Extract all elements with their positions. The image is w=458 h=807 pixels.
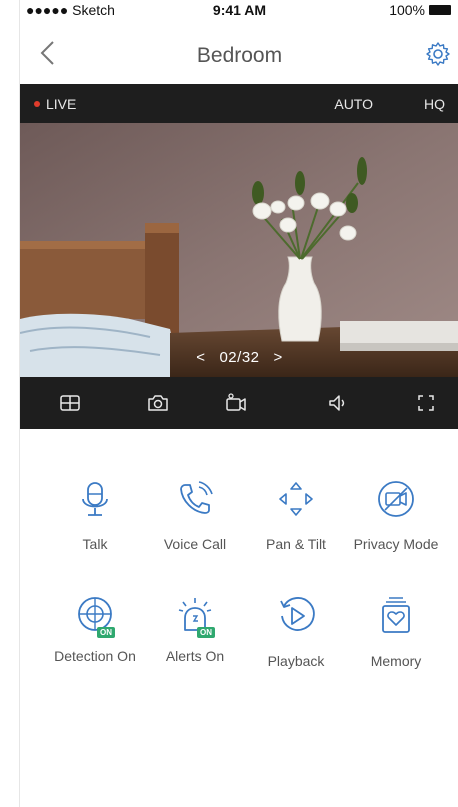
camera-feed[interactable]: < 02/32 >: [20, 123, 458, 377]
playback-button[interactable]: Playback: [241, 594, 351, 669]
live-dot-icon: [34, 101, 40, 107]
battery-indicator: 100%: [389, 2, 451, 18]
voice-call-button[interactable]: Voice Call: [140, 477, 250, 552]
detection-label: Detection On: [54, 648, 136, 664]
detection-button[interactable]: ON Detection On: [40, 594, 150, 664]
alerts-on-badge: ON: [197, 627, 215, 638]
app-screen: ●●●●● Sketch 9:41 AM 100% Bedroom LIVE A…: [19, 0, 458, 807]
voice-call-label: Voice Call: [163, 536, 227, 552]
live-label: LIVE: [46, 96, 77, 112]
privacy-mode-label: Privacy Mode: [353, 536, 439, 552]
microphone-icon: [82, 482, 108, 516]
battery-percent: 100%: [389, 2, 425, 18]
battery-icon: [429, 5, 451, 15]
feed-counter: 02/32: [219, 349, 260, 366]
gear-icon[interactable]: [425, 41, 451, 67]
video-record-icon[interactable]: [224, 391, 248, 415]
hq-button[interactable]: HQ: [424, 96, 445, 112]
fullscreen-icon[interactable]: [414, 391, 438, 415]
camera-icon[interactable]: [146, 391, 170, 415]
live-status-bar: LIVE AUTO HQ: [20, 84, 458, 123]
next-feed-button[interactable]: >: [274, 349, 283, 366]
video-toolbar: [20, 377, 458, 429]
privacy-icon: [378, 481, 414, 517]
grid-icon[interactable]: [58, 391, 82, 415]
pan-tilt-label: Pan & Tilt: [266, 536, 326, 552]
feed-pager: < 02/32 >: [20, 349, 458, 366]
detection-on-badge: ON: [97, 627, 115, 638]
alert-icon-wrap: ON: [173, 594, 217, 638]
live-indicator: LIVE: [34, 96, 76, 112]
talk-button[interactable]: Talk: [40, 477, 150, 552]
playback-label: Playback: [267, 653, 325, 669]
memory-label: Memory: [370, 653, 422, 669]
action-grid: Talk Voice Call Pan & Tilt Privacy Mode: [20, 429, 458, 807]
alerts-label: Alerts On: [165, 648, 225, 664]
memory-button[interactable]: Memory: [341, 594, 451, 669]
auto-quality-button[interactable]: AUTO: [334, 96, 373, 112]
status-bar: ●●●●● Sketch 9:41 AM 100%: [20, 0, 458, 22]
pan-tilt-icon: [279, 482, 313, 516]
nav-bar: Bedroom: [20, 22, 458, 84]
privacy-mode-button[interactable]: Privacy Mode: [341, 477, 451, 552]
memory-icon: [382, 597, 410, 633]
alerts-button[interactable]: ON Alerts On: [140, 594, 250, 664]
camera-feed-image: [20, 123, 458, 377]
playback-icon: [280, 597, 315, 631]
prev-feed-button[interactable]: <: [196, 349, 205, 366]
volume-icon[interactable]: [326, 391, 350, 415]
pan-tilt-button[interactable]: Pan & Tilt: [241, 477, 351, 552]
page-title: Bedroom: [196, 44, 283, 67]
talk-label: Talk: [82, 536, 108, 552]
detection-icon-wrap: ON: [73, 594, 117, 638]
phone-icon: [180, 481, 213, 514]
